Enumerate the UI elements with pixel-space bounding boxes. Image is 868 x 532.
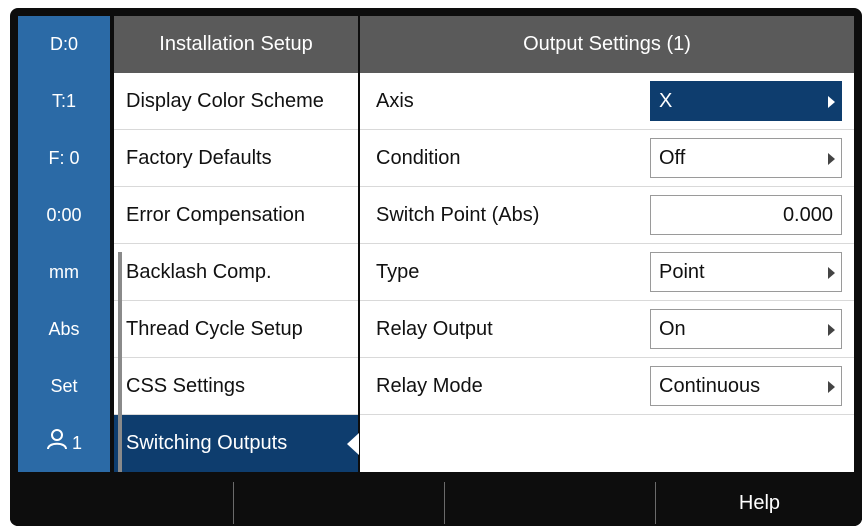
installation-menu: Installation Setup Display Color Scheme … [114,16,359,472]
output-settings-panel: Output Settings (1) Axis X Condition Off… [360,16,854,472]
setting-label: Relay Mode [376,375,483,397]
setting-label: Condition [376,147,461,169]
chevron-right-icon [828,267,835,279]
setting-value-text: On [659,318,686,340]
chevron-right-icon [828,153,835,165]
setting-value-text: Off [659,147,686,169]
status-datum[interactable]: D:0 [18,16,110,73]
menu-title: Installation Setup [114,16,358,73]
chevron-right-icon [828,324,835,336]
setting-label: Relay Output [376,318,493,340]
status-feedrate[interactable]: F: 0 [18,130,110,187]
setting-row-relay-mode: Relay Mode Continuous [360,358,854,415]
type-select[interactable]: Point [650,252,842,292]
setting-value-text: Continuous [659,375,761,397]
status-tool[interactable]: T:1 [18,73,110,130]
axis-select[interactable]: X [650,81,842,121]
setting-row-axis: Axis X [360,73,854,130]
selection-pointer-icon [347,433,359,455]
setting-value-text: X [659,90,673,112]
status-unit[interactable]: mm [18,244,110,301]
setting-row-relay-output: Relay Output On [360,301,854,358]
status-display-mode[interactable]: Abs [18,301,110,358]
relay-mode-select[interactable]: Continuous [650,366,842,406]
condition-select[interactable]: Off [650,138,842,178]
switch-point-input[interactable]: 0.000 [650,195,842,235]
settings-title: Output Settings (1) [360,16,854,73]
chevron-right-icon [828,96,835,108]
menu-item-factory-defaults[interactable]: Factory Defaults [114,130,358,187]
user-icon [46,416,68,473]
menu-item-backlash-comp[interactable]: Backlash Comp. [114,244,358,301]
status-bar: D:0 T:1 F: 0 0:00 mm Abs Set 1 [18,16,110,472]
status-user[interactable]: 1 [18,415,110,472]
menu-item-display-color-scheme[interactable]: Display Color Scheme [114,73,358,130]
menu-item-switching-outputs[interactable]: Switching Outputs [114,415,359,472]
softkey-1[interactable] [10,482,232,524]
menu-item-css-settings[interactable]: CSS Settings [114,358,358,415]
setting-row-switch-point: Switch Point (Abs) 0.000 [360,187,854,244]
softkey-bar: Help [10,482,862,526]
setting-label: Switch Point (Abs) [376,204,540,226]
menu-item-thread-cycle-setup[interactable]: Thread Cycle Setup [114,301,358,358]
menu-item-label: Switching Outputs [126,432,288,454]
menu-scrollbar[interactable] [118,252,122,472]
relay-output-select[interactable]: On [650,309,842,349]
chevron-right-icon [828,381,835,393]
setting-row-type: Type Point [360,244,854,301]
setting-label: Type [376,261,420,283]
device-screen: D:0 T:1 F: 0 0:00 mm Abs Set 1 Installat… [10,8,862,526]
menu-item-error-compensation[interactable]: Error Compensation [114,187,358,244]
setting-value-text: Point [659,261,705,283]
status-set[interactable]: Set [18,358,110,415]
setting-label: Axis [376,90,414,112]
status-stopwatch[interactable]: 0:00 [18,187,110,244]
setting-row-condition: Condition Off [360,130,854,187]
softkey-2[interactable] [233,482,444,524]
softkey-3[interactable] [444,482,655,524]
help-button[interactable]: Help [655,482,862,524]
user-number: 1 [71,433,82,453]
